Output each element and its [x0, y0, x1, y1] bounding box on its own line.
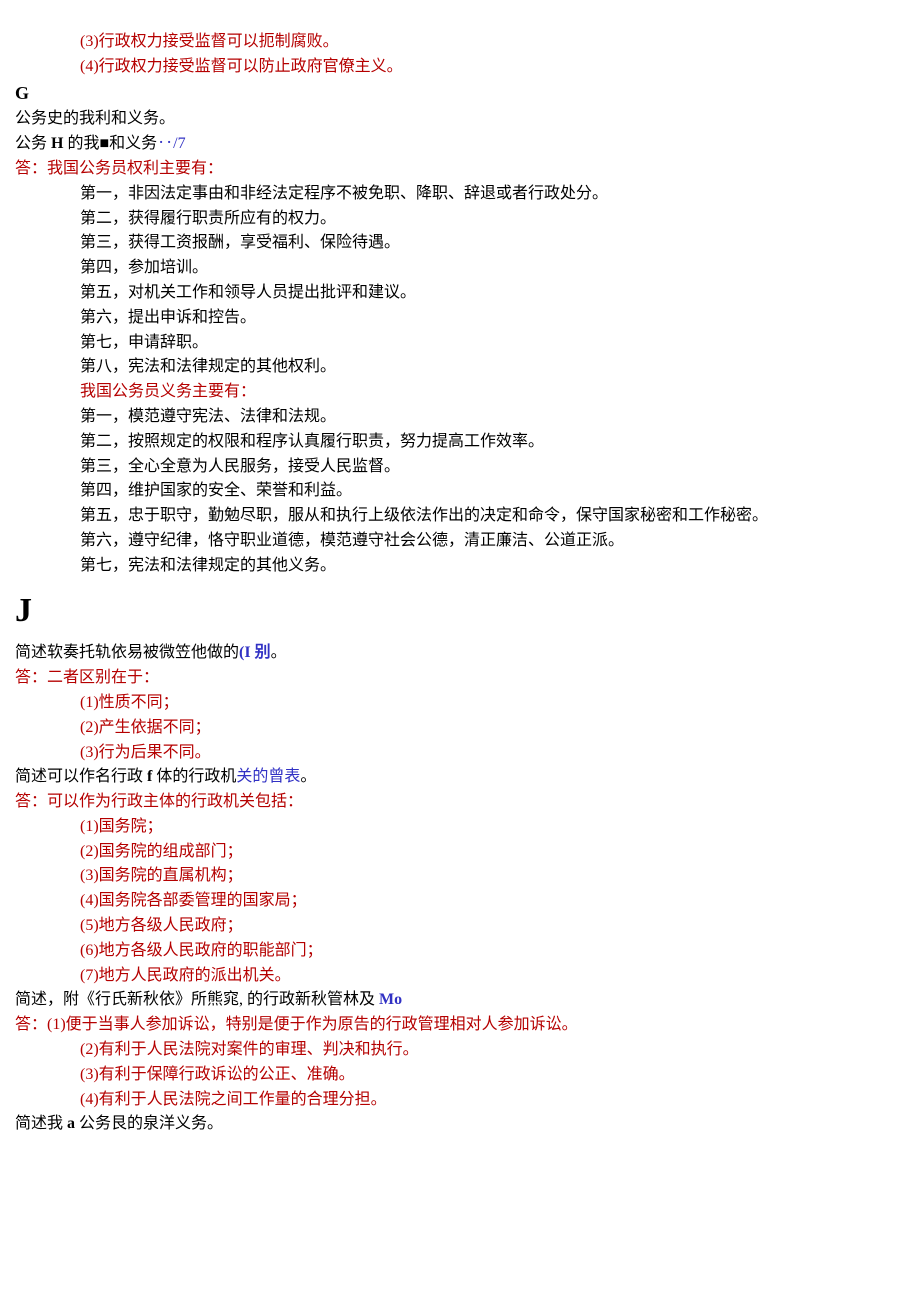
- text-fragment: (I 别: [239, 644, 271, 661]
- answer-text: (1)便于当事人参加诉讼，特别是便于作为原告的行政管理相对人参加诉讼。: [47, 1016, 578, 1033]
- question-text: 简述，附《行氏新秋依》所熊窕, 的行政新秋管林及 Mo: [15, 988, 905, 1013]
- answer-head: 二者区别在于：: [47, 669, 159, 686]
- answer-label: 答：: [15, 160, 47, 177]
- text-fragment: 简述可以作名行政: [15, 768, 147, 785]
- question-text: 公务史的我利和义务。: [15, 107, 905, 132]
- list-item: 第六，遵守纪律，恪守职业道德，模范遵守社会公德，清正廉洁、公道正派。: [15, 529, 905, 554]
- list-item: 第一，模范遵守宪法、法律和法规。: [15, 405, 905, 430]
- text-fragment: a: [67, 1115, 75, 1132]
- list-item: (1)国务院；: [15, 815, 905, 840]
- text-fragment: 体的行政机: [152, 768, 236, 785]
- list-item: 第四，参加培训。: [15, 256, 905, 281]
- answer-line: 答：我国公务员权利主要有：: [15, 157, 905, 182]
- list-item: 第二，获得履行职责所应有的权力。: [15, 207, 905, 232]
- list-item: (5)地方各级人民政府；: [15, 914, 905, 939]
- list-item: 第三，获得工资报酬，享受福利、保险待遇。: [15, 231, 905, 256]
- answer-head: 我国公务员权利主要有：: [47, 160, 223, 177]
- text-fragment: ‥/7: [157, 135, 185, 152]
- list-item: 第七，申请辞职。: [15, 331, 905, 356]
- answer-label: 答：: [15, 669, 47, 686]
- text-fragment: 公务艮的泉洋义务。: [75, 1115, 223, 1132]
- list-item: (4)国务院各部委管理的国家局；: [15, 889, 905, 914]
- answer-line: 答：(1)便于当事人参加诉讼，特别是便于作为原告的行政管理相对人参加诉讼。: [15, 1013, 905, 1038]
- text-fragment: 曾表: [268, 768, 300, 785]
- text-fragment: Mo: [379, 991, 402, 1008]
- text-fragment: 关的: [236, 768, 268, 785]
- answer-label: 答：: [15, 1016, 47, 1033]
- question-text: 公务 H 的我■和义务‥/7: [15, 132, 905, 157]
- section-heading-g: G: [15, 80, 905, 108]
- answer-line: 答：可以作为行政主体的行政机关包括：: [15, 790, 905, 815]
- list-item: (3)国务院的直属机构；: [15, 864, 905, 889]
- text-fragment: 简述软奏托轨依易被微笠他做的: [15, 644, 239, 661]
- list-item: 第二，按照规定的权限和程序认真履行职责，努力提高工作效率。: [15, 430, 905, 455]
- section-heading-j: J: [15, 585, 905, 638]
- answer-label: 答：: [15, 793, 47, 810]
- list-item: (2)产生依据不同；: [15, 716, 905, 741]
- text-line: (4)行政权力接受监督可以防止政府官僚主义。: [15, 55, 905, 80]
- list-item: 第三，全心全意为人民服务，接受人民监督。: [15, 455, 905, 480]
- text-fragment: 简述我: [15, 1115, 67, 1132]
- list-item: (2)国务院的组成部门；: [15, 840, 905, 865]
- list-item: (3)有利于保障行政诉讼的公正、准确。: [15, 1063, 905, 1088]
- text-fragment: H: [51, 135, 63, 152]
- question-text: 简述可以作名行政 f 体的行政机关的曾表。: [15, 765, 905, 790]
- list-item: 第五，忠于职守，勤勉尽职，服从和执行上级依法作出的决定和命令，保守国家秘密和工作…: [15, 504, 905, 529]
- list-item: 第七，宪法和法律规定的其他义务。: [15, 554, 905, 579]
- text-fragment: 公务: [15, 135, 51, 152]
- list-item: (3)行为后果不同。: [15, 741, 905, 766]
- list-item: (7)地方人民政府的派出机关。: [15, 964, 905, 989]
- text-fragment: 。: [271, 644, 287, 661]
- list-item: 第一，非因法定事由和非经法定程序不被免职、降职、辞退或者行政处分。: [15, 182, 905, 207]
- question-text: 简述软奏托轨依易被微笠他做的(I 别。: [15, 641, 905, 666]
- text-line: (3)行政权力接受监督可以扼制腐败。: [15, 30, 905, 55]
- list-item: (1)性质不同；: [15, 691, 905, 716]
- answer-line: 答：二者区别在于：: [15, 666, 905, 691]
- list-item: 第八，宪法和法律规定的其他权利。: [15, 355, 905, 380]
- question-text: 简述我 a 公务艮的泉洋义务。: [15, 1112, 905, 1137]
- text-fragment: 简述，附《行氏新秋依》所熊窕, 的行政新秋管林及: [15, 991, 379, 1008]
- list-item: (6)地方各级人民政府的职能部门；: [15, 939, 905, 964]
- sub-heading: 我国公务员义务主要有：: [15, 380, 905, 405]
- list-item: 第五，对机关工作和领导人员提出批评和建议。: [15, 281, 905, 306]
- list-item: 第四，维护国家的安全、荣誉和利益。: [15, 479, 905, 504]
- answer-head: 可以作为行政主体的行政机关包括：: [47, 793, 303, 810]
- list-item: (4)有利于人民法院之间工作量的合理分担。: [15, 1088, 905, 1113]
- text-fragment: 。: [300, 768, 316, 785]
- list-item: (2)有利于人民法院对案件的审理、判决和执行。: [15, 1038, 905, 1063]
- list-item: 第六，提出申诉和控告。: [15, 306, 905, 331]
- text-fragment: 的我■和义务: [63, 135, 157, 152]
